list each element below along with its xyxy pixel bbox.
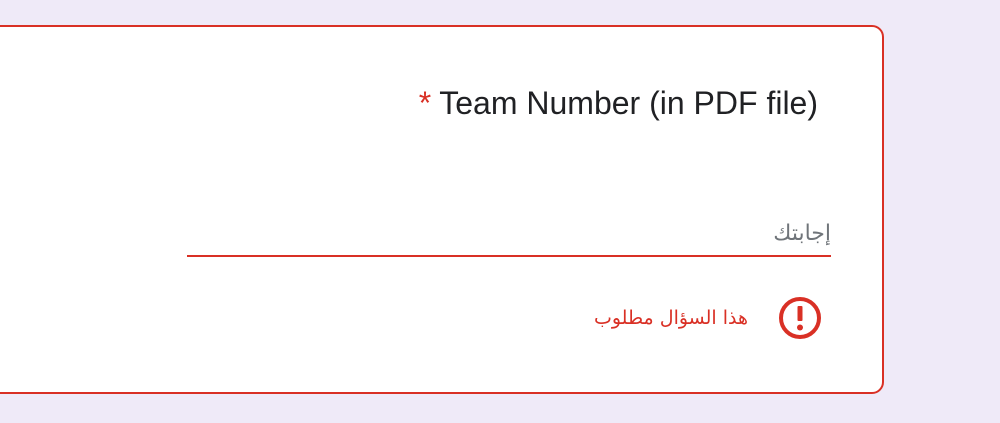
answer-input[interactable] (187, 211, 831, 257)
error-circle-icon (779, 297, 821, 339)
error-message: هذا السؤال مطلوب (593, 307, 748, 329)
question-title-text: Team Number (in PDF file) (439, 85, 818, 121)
question-title: * Team Number (in PDF file) (419, 85, 818, 122)
question-card: *Team Number (in PDF file) هذا السؤال مط… (0, 25, 884, 394)
required-asterisk: * (418, 85, 432, 121)
error-message-row: هذا السؤال مطلوب (594, 294, 824, 342)
